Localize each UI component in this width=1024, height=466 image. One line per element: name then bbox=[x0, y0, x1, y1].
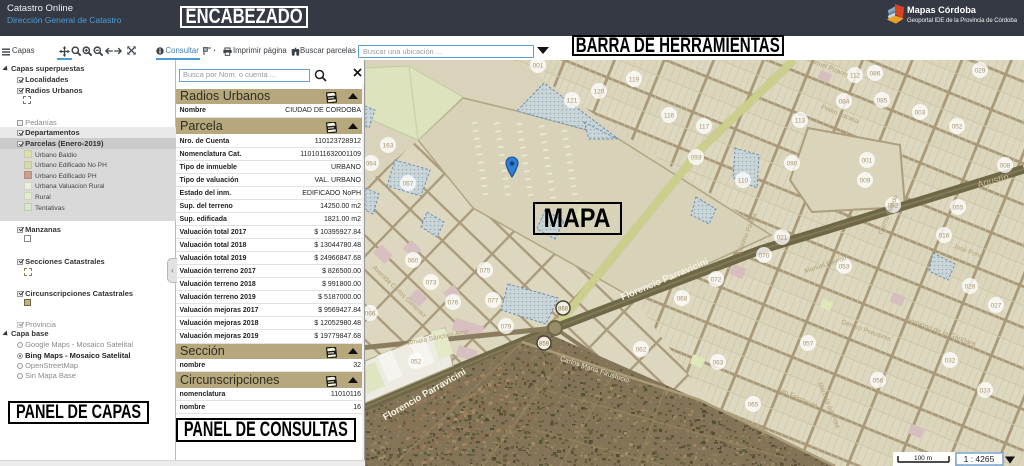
svg-text:052: 052 bbox=[952, 124, 963, 131]
svg-text:110: 110 bbox=[738, 178, 749, 185]
svg-text:032: 032 bbox=[945, 358, 956, 365]
svg-text:060: 060 bbox=[408, 258, 419, 265]
svg-text:066: 066 bbox=[365, 311, 376, 318]
svg-text:093: 093 bbox=[691, 155, 702, 162]
svg-text:117: 117 bbox=[699, 124, 710, 131]
svg-text:008: 008 bbox=[1000, 163, 1011, 170]
svg-text:859: 859 bbox=[539, 342, 550, 348]
svg-text:163: 163 bbox=[383, 143, 394, 150]
svg-text:055: 055 bbox=[953, 205, 964, 212]
svg-text:067: 067 bbox=[403, 181, 414, 188]
svg-text:021: 021 bbox=[777, 235, 788, 242]
svg-text:1 : 4265: 1 : 4265 bbox=[964, 454, 995, 464]
svg-text:090: 090 bbox=[787, 161, 798, 168]
svg-text:016: 016 bbox=[939, 233, 950, 240]
svg-text:112: 112 bbox=[850, 73, 861, 80]
svg-text:076: 076 bbox=[448, 300, 459, 307]
svg-text:100 m: 100 m bbox=[914, 455, 932, 462]
svg-text:079: 079 bbox=[501, 324, 512, 331]
svg-text:116: 116 bbox=[664, 113, 675, 120]
svg-text:065: 065 bbox=[748, 402, 759, 409]
svg-text:064: 064 bbox=[366, 161, 377, 168]
svg-text:121: 121 bbox=[567, 98, 578, 105]
svg-text:029: 029 bbox=[975, 68, 986, 75]
svg-text:113: 113 bbox=[795, 118, 806, 125]
svg-text:056: 056 bbox=[873, 378, 884, 385]
svg-text:070: 070 bbox=[759, 253, 770, 260]
svg-text:027: 027 bbox=[991, 303, 1002, 310]
svg-text:057: 057 bbox=[803, 341, 814, 348]
svg-text:053: 053 bbox=[839, 264, 850, 271]
svg-text:033: 033 bbox=[980, 388, 991, 395]
svg-text:072: 072 bbox=[711, 277, 722, 284]
svg-text:068: 068 bbox=[677, 296, 688, 303]
svg-text:120: 120 bbox=[594, 89, 605, 96]
svg-text:062: 062 bbox=[636, 347, 647, 354]
svg-text:001: 001 bbox=[533, 63, 544, 70]
svg-text:119: 119 bbox=[629, 77, 640, 84]
svg-text:003: 003 bbox=[915, 110, 926, 117]
svg-text:085: 085 bbox=[877, 98, 888, 105]
svg-text:086: 086 bbox=[870, 71, 881, 78]
svg-text:028: 028 bbox=[965, 284, 976, 291]
svg-text:073: 073 bbox=[426, 280, 437, 287]
svg-text:063: 063 bbox=[713, 360, 724, 367]
svg-text:077: 077 bbox=[488, 298, 499, 305]
svg-text:009: 009 bbox=[860, 178, 871, 185]
svg-text:052: 052 bbox=[411, 359, 422, 366]
svg-text:075: 075 bbox=[480, 268, 491, 275]
svg-text:868: 868 bbox=[558, 307, 569, 313]
svg-text:001: 001 bbox=[862, 158, 873, 165]
svg-text:084: 084 bbox=[839, 99, 850, 106]
